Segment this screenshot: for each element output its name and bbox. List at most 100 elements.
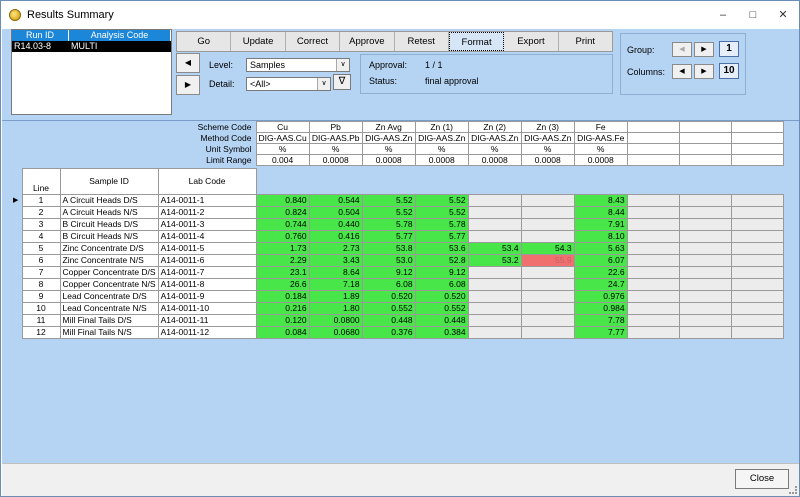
lab-code-cell[interactable]: A14-0011-8 — [157, 278, 257, 291]
table-row[interactable]: 3B Circuit Heads D/S A14-0011-3 0.744 0.440… — [10, 218, 784, 231]
analysis-code-header[interactable]: Analysis Code — [69, 30, 171, 41]
sample-id-cell[interactable]: A Circuit Heads N/S — [59, 206, 159, 219]
result-cell[interactable]: 0.440 — [308, 218, 363, 231]
line-cell[interactable]: 10 — [21, 302, 61, 315]
lab-code-cell[interactable]: A14-0011-7 — [157, 266, 257, 279]
result-cell[interactable] — [520, 206, 575, 219]
retest-button[interactable]: Retest — [395, 32, 449, 51]
result-cell-empty[interactable] — [730, 242, 784, 255]
result-cell-empty[interactable] — [730, 266, 784, 279]
lab-code-cell[interactable]: A14-0011-10 — [157, 302, 257, 315]
result-cell[interactable]: 24.7 — [573, 278, 628, 291]
table-row[interactable]: 4B Circuit Heads N/S A14-0011-4 0.760 0.416… — [10, 230, 784, 243]
group-increase-icon[interactable]: ▶ — [694, 42, 714, 57]
result-cell[interactable]: 0.840 — [255, 194, 310, 207]
result-cell[interactable] — [520, 218, 575, 231]
result-cell[interactable] — [520, 290, 575, 303]
result-cell[interactable] — [467, 266, 522, 279]
result-cell[interactable]: 0.760 — [255, 230, 310, 243]
minimize-icon[interactable]: – — [713, 7, 733, 23]
row-selector-icon[interactable] — [10, 266, 22, 279]
data-table[interactable]: Line Sample ID Lab Code ▶ 1 A Circuit Head… — [10, 168, 784, 339]
prev-left-icon[interactable]: ◀ — [176, 53, 200, 73]
row-selector-icon[interactable] — [10, 314, 22, 327]
sample-id-header[interactable]: Sample ID — [59, 168, 159, 195]
result-cell[interactable]: 0.504 — [308, 206, 363, 219]
table-row[interactable]: 7 Copper Concentrate D/S A14-0011-7 23.1 8.6… — [10, 266, 784, 279]
format-button[interactable]: Format — [448, 32, 505, 51]
result-cell-empty[interactable] — [730, 218, 784, 231]
result-cell[interactable]: 5.52 — [361, 194, 416, 207]
result-cell[interactable]: 2.73 — [308, 242, 363, 255]
lab-code-cell[interactable]: A14-0011-12 — [157, 326, 257, 339]
line-cell[interactable]: 3 — [21, 218, 61, 231]
result-cell[interactable]: 8.44 — [573, 206, 628, 219]
line-cell[interactable]: 9 — [21, 290, 61, 303]
result-cell[interactable]: 0.976 — [573, 290, 628, 303]
result-cell[interactable] — [467, 290, 522, 303]
result-cell[interactable] — [520, 194, 575, 207]
go-button[interactable]: Go — [177, 32, 232, 51]
result-cell[interactable] — [467, 278, 522, 291]
result-cell[interactable]: 53.2 — [467, 254, 522, 267]
result-cell[interactable]: 0.0680 — [308, 326, 363, 339]
result-cell[interactable]: 53.8 — [361, 242, 416, 255]
result-cell[interactable]: 1.73 — [255, 242, 310, 255]
result-cell[interactable]: 0.384 — [414, 326, 469, 339]
result-cell-empty[interactable] — [626, 278, 680, 291]
line-header[interactable]: Line — [21, 168, 61, 195]
result-cell-empty[interactable] — [626, 302, 680, 315]
update-button[interactable]: Update — [231, 32, 286, 51]
level-select[interactable]: Samples ∨ — [246, 58, 350, 72]
result-cell-empty[interactable] — [730, 326, 784, 339]
close-icon[interactable]: ✕ — [773, 7, 793, 23]
result-cell[interactable]: 0.0800 — [308, 314, 363, 327]
result-cell[interactable]: 3.43 — [308, 254, 363, 267]
line-cell[interactable]: 1 — [21, 194, 61, 207]
export-button[interactable]: Export — [504, 32, 559, 51]
result-cell[interactable]: 0.544 — [308, 194, 363, 207]
result-cell-empty[interactable] — [678, 278, 732, 291]
result-cell[interactable]: 5.77 — [361, 230, 416, 243]
result-cell[interactable] — [467, 194, 522, 207]
result-cell[interactable]: 0.824 — [255, 206, 310, 219]
result-cell[interactable] — [520, 230, 575, 243]
result-cell[interactable]: 0.376 — [361, 326, 416, 339]
row-selector-icon[interactable] — [10, 302, 22, 315]
result-cell[interactable]: 7.78 — [573, 314, 628, 327]
result-cell[interactable] — [467, 206, 522, 219]
row-selector-icon[interactable]: ▶ — [10, 194, 22, 207]
sample-id-cell[interactable]: Lead Concentrate D/S — [59, 290, 159, 303]
result-cell[interactable]: 53.4 — [467, 242, 522, 255]
result-cell[interactable]: 1.80 — [308, 302, 363, 315]
results-grid[interactable]: Scheme Code Cu Pb Zn Avg Zn (1) Zn (2) Zn (3) F… — [2, 121, 799, 461]
result-cell-empty[interactable] — [678, 206, 732, 219]
result-cell[interactable] — [520, 326, 575, 339]
row-selector-icon[interactable] — [10, 230, 22, 243]
row-selector-icon[interactable] — [10, 242, 22, 255]
result-cell[interactable]: 1.89 — [308, 290, 363, 303]
lab-code-cell[interactable]: A14-0011-2 — [157, 206, 257, 219]
result-cell-empty[interactable] — [626, 242, 680, 255]
sample-id-cell[interactable]: A Circuit Heads D/S — [59, 194, 159, 207]
detail-select[interactable]: <All> ∨ — [246, 77, 331, 91]
lab-code-cell[interactable]: A14-0011-9 — [157, 290, 257, 303]
result-cell[interactable]: 5.77 — [414, 230, 469, 243]
result-cell[interactable]: 5.52 — [414, 194, 469, 207]
result-cell-empty[interactable] — [626, 194, 680, 207]
sample-id-cell[interactable]: Lead Concentrate N/S — [59, 302, 159, 315]
result-cell[interactable]: 0.552 — [414, 302, 469, 315]
restore-icon[interactable]: □ — [743, 7, 763, 23]
line-cell[interactable]: 4 — [21, 230, 61, 243]
table-row[interactable]: 8 Copper Concentrate N/S A14-0011-8 26.6 7.1… — [10, 278, 784, 291]
result-cell-empty[interactable] — [626, 254, 680, 267]
table-row[interactable]: 9 Lead Concentrate D/S A14-0011-9 0.184 1.89… — [10, 290, 784, 303]
table-row[interactable]: 6 Zinc Concentrate N/S A14-0011-6 2.29 3.43 5… — [10, 254, 784, 267]
result-cell-empty[interactable] — [678, 302, 732, 315]
table-row[interactable]: 11 Mill Final Tails D/S A14-0011-11 0.120 0.… — [10, 314, 784, 327]
result-cell[interactable]: 0.084 — [255, 326, 310, 339]
correct-button[interactable]: Correct — [286, 32, 341, 51]
sample-id-cell[interactable]: Mill Final Tails D/S — [59, 314, 159, 327]
result-cell[interactable]: 8.43 — [573, 194, 628, 207]
sample-id-cell[interactable]: Copper Concentrate D/S — [59, 266, 159, 279]
